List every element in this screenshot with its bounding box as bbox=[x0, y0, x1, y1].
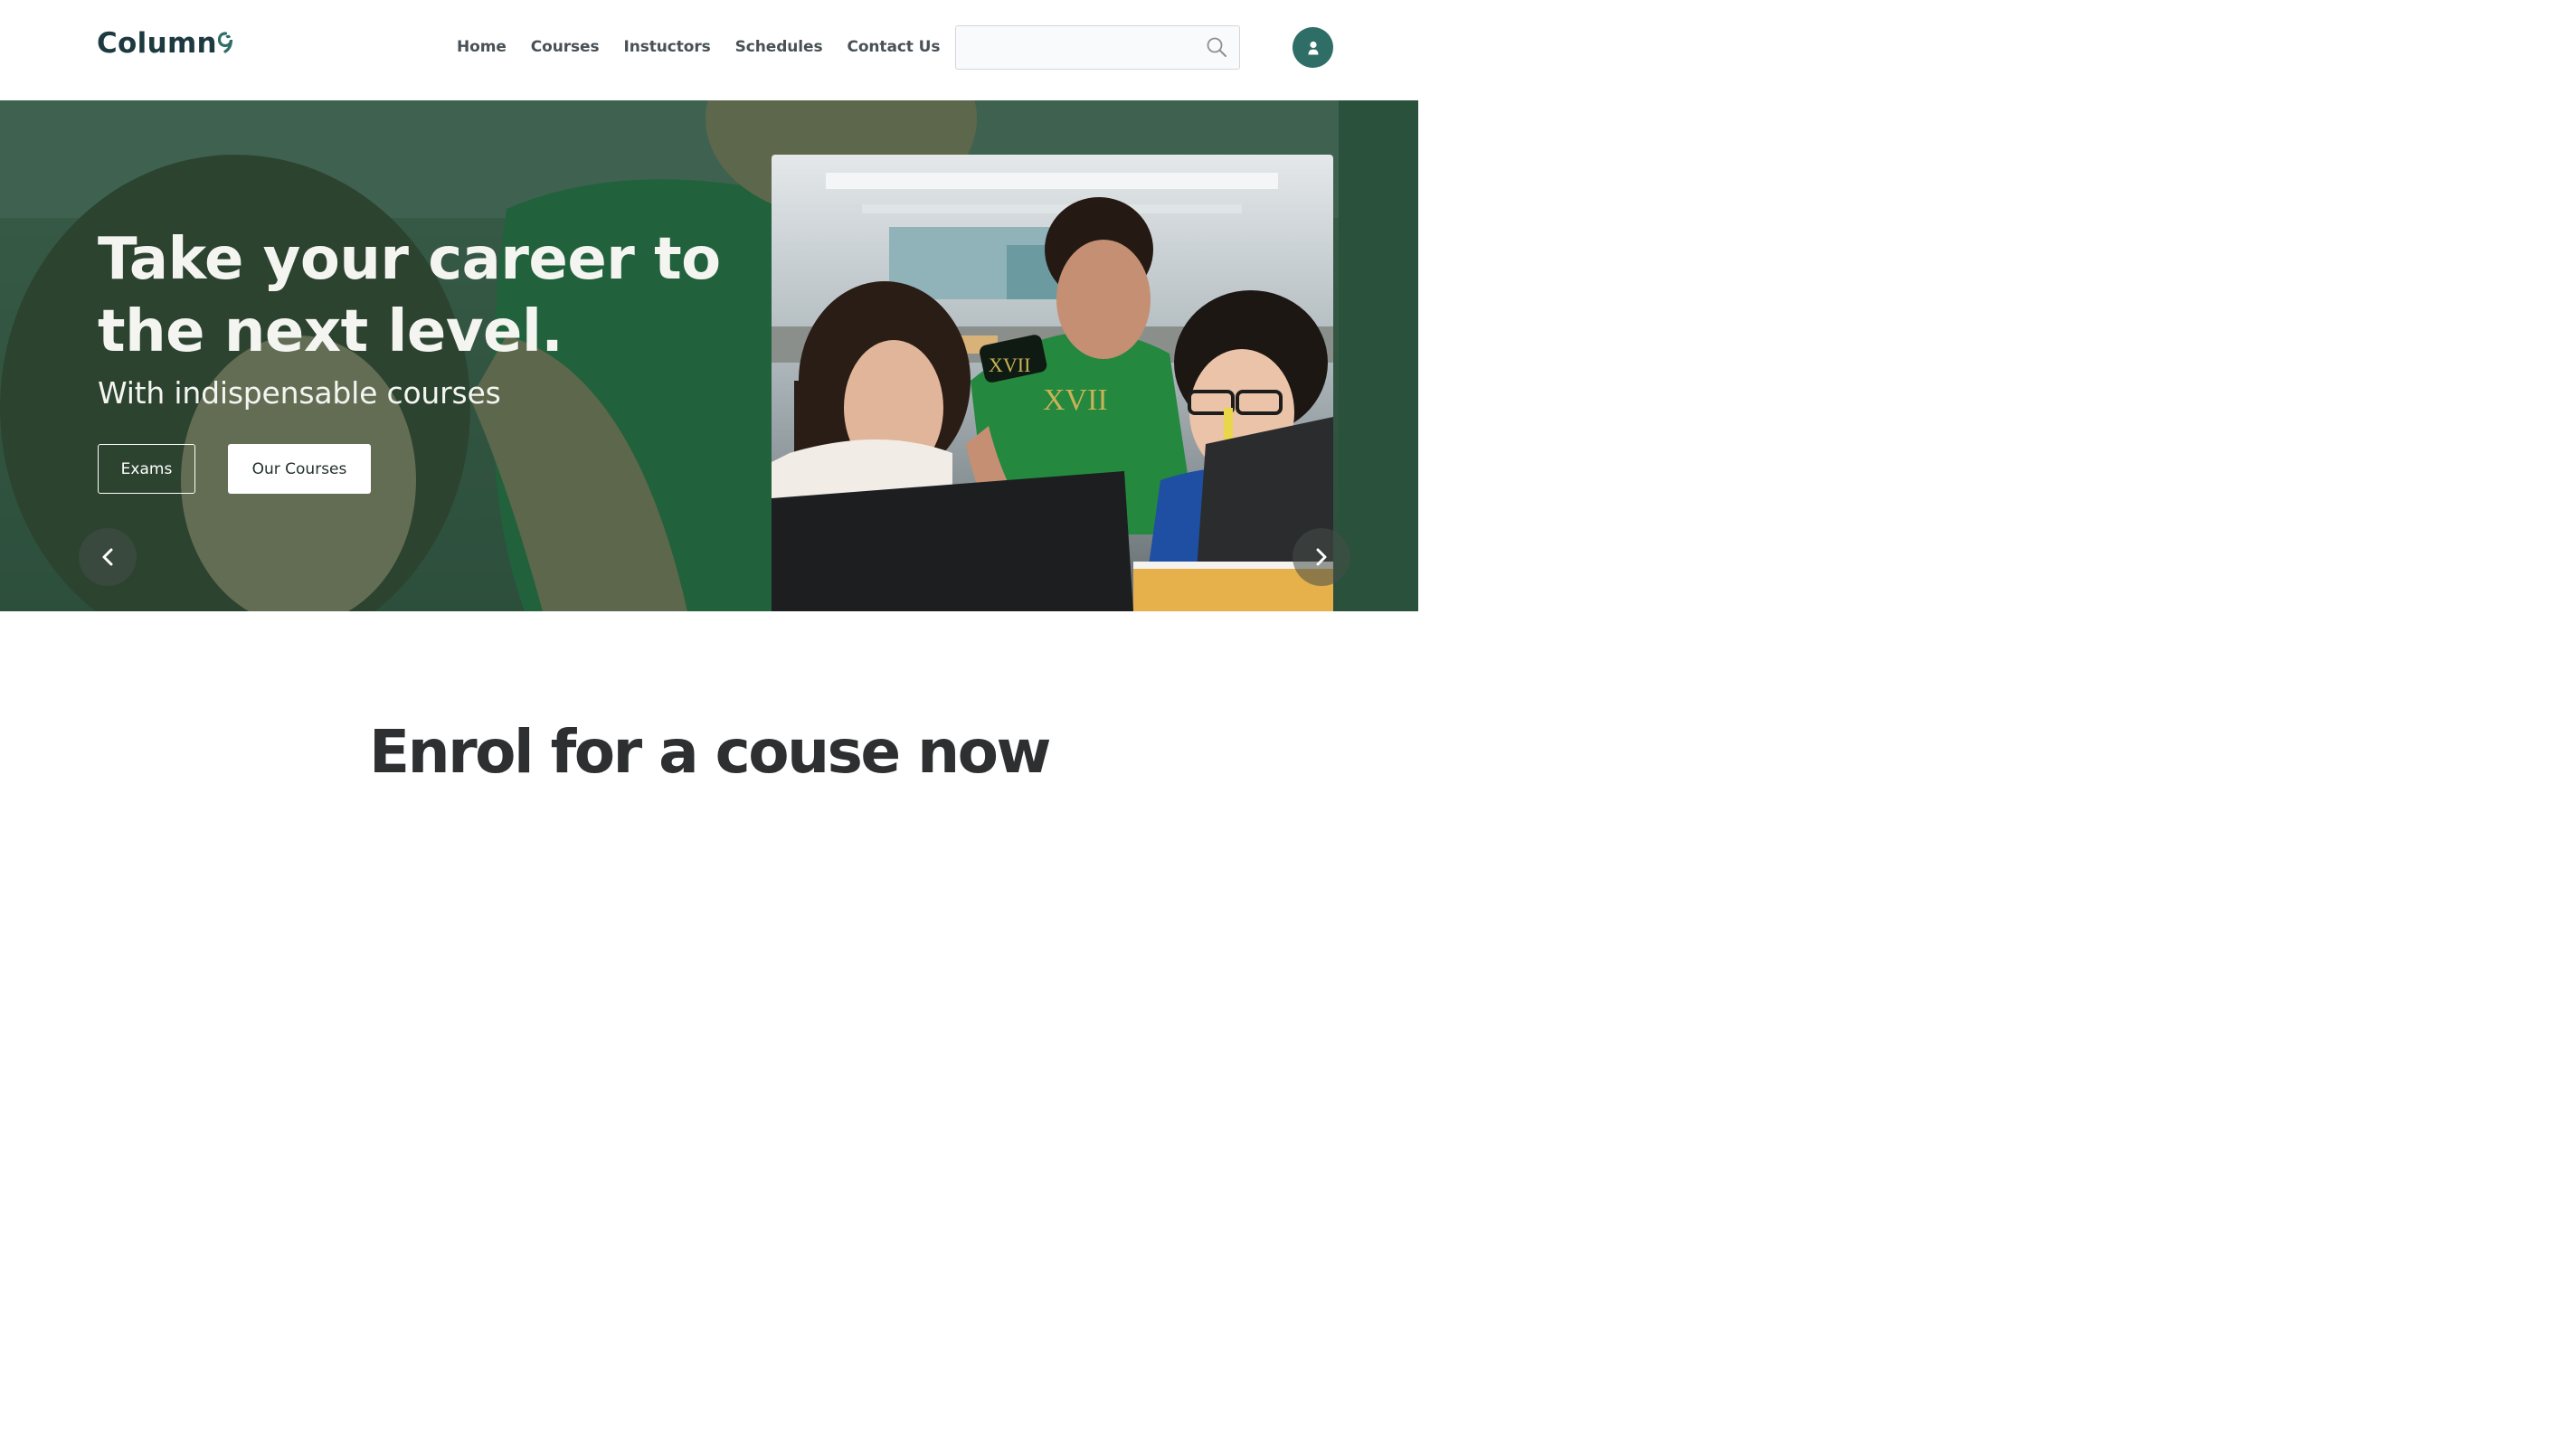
section-title: Enrol for a couse now bbox=[369, 717, 1051, 787]
hero-title: Take your career to the next level. bbox=[98, 226, 721, 365]
logo-mark-icon bbox=[217, 32, 233, 53]
logo-text: Column bbox=[97, 27, 217, 60]
search-icon[interactable] bbox=[1206, 36, 1227, 58]
our-courses-button[interactable]: Our Courses bbox=[228, 444, 371, 494]
carousel-prev-button[interactable] bbox=[79, 528, 137, 586]
search-input[interactable] bbox=[967, 36, 1193, 60]
user-icon bbox=[1308, 41, 1318, 54]
nav-home[interactable]: Home bbox=[457, 36, 507, 58]
exams-button[interactable]: Exams bbox=[98, 444, 195, 494]
svg-text:XVII: XVII bbox=[989, 354, 1030, 376]
nav-instructors[interactable]: Instuctors bbox=[623, 36, 710, 58]
page: Column Home Courses Instuctors Schedules… bbox=[0, 0, 1418, 791]
logo[interactable]: Column bbox=[97, 27, 233, 60]
hero-subtitle: With indispensable courses bbox=[98, 375, 501, 411]
hero-carousel: Take your career to the next level. With… bbox=[0, 100, 1418, 611]
nav-contact-us[interactable]: Contact Us bbox=[847, 36, 940, 58]
top-navbar: Column Home Courses Instuctors Schedules… bbox=[0, 0, 1418, 100]
carousel-next-button[interactable] bbox=[1293, 528, 1350, 586]
nav-courses[interactable]: Courses bbox=[531, 36, 600, 58]
main-nav: Home Courses Instuctors Schedules Contac… bbox=[457, 36, 964, 58]
chevron-right-icon bbox=[1316, 548, 1327, 566]
svg-text:XVII: XVII bbox=[1043, 383, 1108, 417]
hero-photo: XVII XVII bbox=[772, 155, 1333, 611]
chevron-left-icon bbox=[102, 548, 113, 566]
nav-schedules[interactable]: Schedules bbox=[735, 36, 823, 58]
user-avatar-button[interactable] bbox=[1293, 27, 1333, 68]
search-box bbox=[955, 25, 1240, 70]
